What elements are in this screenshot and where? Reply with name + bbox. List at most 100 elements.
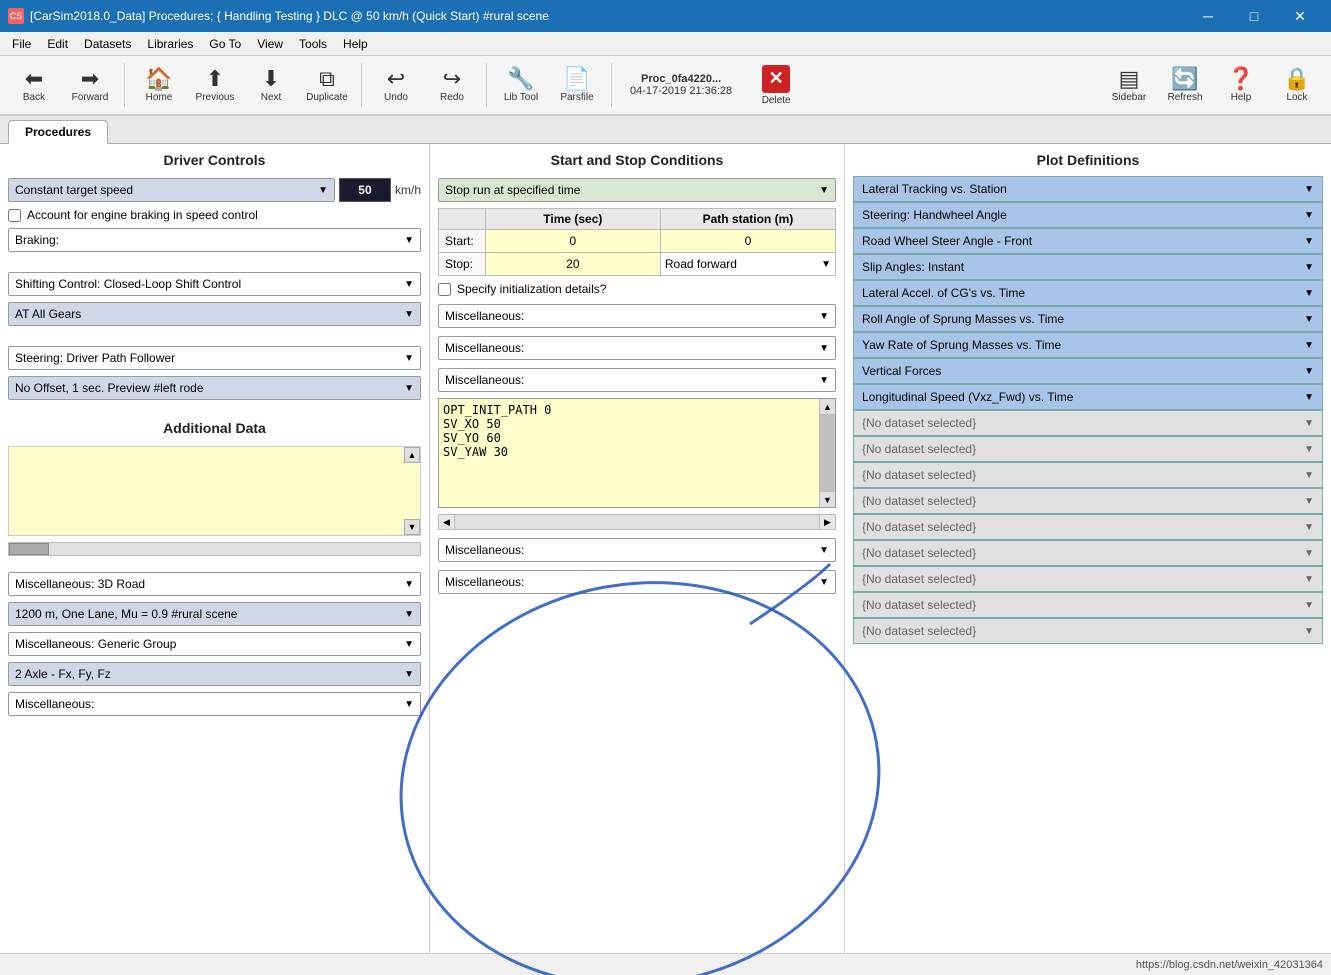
help-button[interactable]: ❓ Help <box>1215 58 1267 112</box>
plot-dropdown-4[interactable]: Lateral Accel. of CG's vs. Time▼ <box>853 280 1323 306</box>
libtool-icon: 🔧 <box>507 68 534 90</box>
plot-dropdown-15[interactable]: {No dataset selected}▼ <box>853 566 1323 592</box>
misc-generic-dropdown[interactable]: Miscellaneous: Generic Group ▼ <box>8 632 421 656</box>
plot-dropdown-9[interactable]: {No dataset selected}▼ <box>853 410 1323 436</box>
plot-dropdown-13[interactable]: {No dataset selected}▼ <box>853 514 1323 540</box>
menu-libraries[interactable]: Libraries <box>139 35 201 53</box>
code-hscrollbar[interactable]: ◀ ▶ <box>438 514 836 530</box>
next-button[interactable]: ⬇ Next <box>245 58 297 112</box>
start-path-input[interactable] <box>661 230 835 252</box>
misc3-row: Miscellaneous: ▼ <box>438 368 836 392</box>
menu-goto[interactable]: Go To <box>201 35 249 53</box>
plot-arrow-11: ▼ <box>1304 470 1314 481</box>
plot-dropdown-16[interactable]: {No dataset selected}▼ <box>853 592 1323 618</box>
home-button[interactable]: 🏠 Home <box>133 58 185 112</box>
steering-dropdown[interactable]: Steering: Driver Path Follower ▼ <box>8 346 421 370</box>
forward-button[interactable]: ➡ Forward <box>64 58 116 112</box>
engine-braking-checkbox[interactable] <box>8 209 21 222</box>
redo-button[interactable]: ↪ Redo <box>426 58 478 112</box>
previous-button[interactable]: ⬆ Previous <box>189 58 241 112</box>
plot-dropdown-11[interactable]: {No dataset selected}▼ <box>853 462 1323 488</box>
menu-edit[interactable]: Edit <box>39 35 76 53</box>
misc-bottom-dropdown[interactable]: Miscellaneous: ▼ <box>8 692 421 716</box>
back-button[interactable]: ⬅ Back <box>8 58 60 112</box>
stop-run-dropdown[interactable]: Stop run at specified time ▼ <box>438 178 836 202</box>
duplicate-icon: ⧉ <box>319 68 335 90</box>
maximize-button[interactable]: □ <box>1231 0 1277 32</box>
stop-label: Stop: <box>439 253 486 276</box>
tab-procedures[interactable]: Procedures <box>8 120 108 144</box>
lock-button[interactable]: 🔒 Lock <box>1271 58 1323 112</box>
misc-3d-road-arrow: ▼ <box>404 579 414 590</box>
braking-arrow: ▼ <box>404 235 414 246</box>
plot-dropdown-10[interactable]: {No dataset selected}▼ <box>853 436 1323 462</box>
minimize-button[interactable]: ─ <box>1185 0 1231 32</box>
delete-button[interactable]: ✕ Delete <box>746 58 806 112</box>
parsfile-button[interactable]: 📄 Parsfile <box>551 58 603 112</box>
title-icon: CS <box>8 8 24 24</box>
close-button[interactable]: ✕ <box>1277 0 1323 32</box>
plot-arrow-14: ▼ <box>1304 548 1314 559</box>
libtool-button[interactable]: 🔧 Lib Tool <box>495 58 547 112</box>
plot-dropdown-8[interactable]: Longitudinal Speed (Vxz_Fwd) vs. Time▼ <box>853 384 1323 410</box>
speed-mode-dropdown[interactable]: Constant target speed ▼ <box>8 178 335 202</box>
misc3-dropdown[interactable]: Miscellaneous: ▼ <box>438 368 836 392</box>
menu-datasets[interactable]: Datasets <box>76 35 139 53</box>
road-value-dropdown[interactable]: 1200 m, One Lane, Mu = 0.9 #rural scene … <box>8 602 421 626</box>
speed-value-input[interactable] <box>339 178 391 202</box>
undo-button[interactable]: ↩ Undo <box>370 58 422 112</box>
separator-2 <box>361 63 362 107</box>
conditions-table: Time (sec) Path station (m) Start: Stop:… <box>438 208 836 276</box>
refresh-button[interactable]: 🔄 Refresh <box>1159 58 1211 112</box>
braking-dropdown[interactable]: Braking: ▼ <box>8 228 421 252</box>
code-hscroll-right[interactable]: ▶ <box>819 515 835 529</box>
plot-dropdown-2[interactable]: Road Wheel Steer Angle - Front▼ <box>853 228 1323 254</box>
at-gears-dropdown[interactable]: AT All Gears ▼ <box>8 302 421 326</box>
stop-path-dropdown[interactable]: Road forward ▼ <box>661 253 835 275</box>
shifting-dropdown[interactable]: Shifting Control: Closed-Loop Shift Cont… <box>8 272 421 296</box>
misc-3d-road-dropdown[interactable]: Miscellaneous: 3D Road ▼ <box>8 572 421 596</box>
menu-help[interactable]: Help <box>335 35 376 53</box>
plot-dropdown-12[interactable]: {No dataset selected}▼ <box>853 488 1323 514</box>
plot-row-1: Steering: Handwheel Angle▼ <box>853 202 1323 228</box>
plot-dropdown-14[interactable]: {No dataset selected}▼ <box>853 540 1323 566</box>
plot-dropdown-5[interactable]: Roll Angle of Sprung Masses vs. Time▼ <box>853 306 1323 332</box>
textarea-scroll-up[interactable]: ▲ <box>404 447 420 463</box>
menu-tools[interactable]: Tools <box>291 35 335 53</box>
plot-arrow-16: ▼ <box>1304 600 1314 611</box>
misc2-dropdown[interactable]: Miscellaneous: ▼ <box>438 336 836 360</box>
code-area-container: OPT_INIT_PATH 0 SV_XO 50 SV_YO 60 SV_YAW… <box>438 398 836 508</box>
code-scroll-down[interactable]: ▼ <box>820 491 835 507</box>
menu-view[interactable]: View <box>249 35 291 53</box>
axle-dropdown[interactable]: 2 Axle - Fx, Fy, Fz ▼ <box>8 662 421 686</box>
plot-dropdown-3[interactable]: Slip Angles: Instant▼ <box>853 254 1323 280</box>
plot-dropdown-0[interactable]: Lateral Tracking vs. Station▼ <box>853 176 1323 202</box>
textarea-hscroll[interactable] <box>8 542 421 556</box>
plot-dropdown-7[interactable]: Vertical Forces▼ <box>853 358 1323 384</box>
plot-dropdown-6[interactable]: Yaw Rate of Sprung Masses vs. Time▼ <box>853 332 1323 358</box>
sidebar-button[interactable]: ▤ Sidebar <box>1103 58 1155 112</box>
stop-time-input[interactable] <box>486 253 660 275</box>
textarea-scroll-down[interactable]: ▼ <box>404 519 420 535</box>
offset-dropdown[interactable]: No Offset, 1 sec. Preview #left rode ▼ <box>8 376 421 400</box>
menu-file[interactable]: File <box>4 35 39 53</box>
misc4-dropdown[interactable]: Miscellaneous: ▼ <box>438 538 836 562</box>
additional-data-title: Additional Data <box>8 420 421 436</box>
code-hscroll-left[interactable]: ◀ <box>439 515 455 529</box>
plot-row-13: {No dataset selected}▼ <box>853 514 1323 540</box>
code-textarea[interactable]: OPT_INIT_PATH 0 SV_XO 50 SV_YO 60 SV_YAW… <box>439 399 819 507</box>
shifting-row: Shifting Control: Closed-Loop Shift Cont… <box>8 272 421 296</box>
duplicate-button[interactable]: ⧉ Duplicate <box>301 58 353 112</box>
plot-dropdown-17[interactable]: {No dataset selected}▼ <box>853 618 1323 644</box>
additional-data-textarea[interactable] <box>9 447 404 536</box>
code-scroll-up[interactable]: ▲ <box>820 399 835 415</box>
start-time-input[interactable] <box>486 230 660 252</box>
stop-run-row: Stop run at specified time ▼ <box>438 178 836 202</box>
misc1-dropdown[interactable]: Miscellaneous: ▼ <box>438 304 836 328</box>
plot-dropdown-1[interactable]: Steering: Handwheel Angle▼ <box>853 202 1323 228</box>
center-panel: Start and Stop Conditions Stop run at sp… <box>430 144 845 953</box>
next-icon: ⬇ <box>262 68 280 90</box>
misc1-arrow: ▼ <box>819 311 829 322</box>
misc5-dropdown[interactable]: Miscellaneous: ▼ <box>438 570 836 594</box>
init-details-checkbox[interactable] <box>438 283 451 296</box>
